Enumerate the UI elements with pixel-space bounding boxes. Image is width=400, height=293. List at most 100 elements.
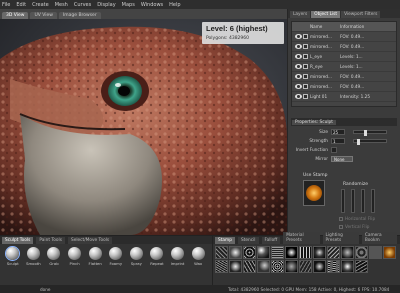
stamp-thumb[interactable]	[257, 246, 270, 259]
tool-wax[interactable]: Wax	[189, 247, 207, 266]
slider-handle[interactable]	[363, 130, 367, 136]
tab-viewport-filters[interactable]: Viewport Filters	[341, 11, 381, 18]
eye-icon[interactable]	[295, 54, 302, 59]
checkbox[interactable]	[303, 44, 308, 49]
list-item[interactable]: mirrored... FOV: 0.49...	[292, 72, 396, 82]
tab-3d-view[interactable]: 3D View	[2, 12, 29, 19]
list-item[interactable]: L_eye Levels: 1...	[292, 52, 396, 62]
menu-curves[interactable]: Curves	[74, 2, 91, 8]
checkbox[interactable]	[303, 54, 308, 59]
stamp-thumb[interactable]	[215, 246, 228, 259]
menu-mesh[interactable]: Mesh	[55, 2, 68, 8]
tool-pinch[interactable]: Pinch	[66, 247, 84, 266]
tab-material-presets[interactable]: Material Presets	[283, 232, 320, 244]
tab-stencil[interactable]: Stencil	[237, 237, 259, 244]
stamp-thumb[interactable]	[285, 246, 298, 259]
tab-stamp[interactable]: Stamp	[215, 237, 235, 244]
menu-edit[interactable]: Edit	[16, 2, 26, 8]
stamp-thumb[interactable]	[313, 246, 326, 259]
list-item[interactable]: mirrored... FOV: 0.49...	[292, 32, 396, 42]
tool-smooth[interactable]: Smooth	[25, 247, 43, 266]
stamp-thumb[interactable]	[383, 246, 396, 259]
stamp-thumb[interactable]	[257, 260, 270, 273]
stamp-thumb[interactable]	[313, 260, 326, 273]
vertical-flip-checkbox[interactable]	[339, 224, 343, 229]
tab-image-browser[interactable]: Image Browser	[58, 12, 101, 19]
stamp-thumb[interactable]	[299, 260, 312, 273]
stamp-thumb[interactable]	[229, 246, 242, 259]
stamp-thumb[interactable]	[369, 246, 382, 259]
rotation-slider[interactable]	[341, 189, 345, 213]
eye-icon[interactable]	[295, 34, 302, 39]
checkbox[interactable]	[303, 84, 308, 89]
stamp-thumb[interactable]	[243, 260, 256, 273]
menu-create[interactable]: Create	[32, 2, 49, 8]
tool-label: Wax	[194, 261, 203, 266]
stamp-thumb[interactable]	[271, 260, 284, 273]
checkbox[interactable]	[303, 64, 308, 69]
menu-help[interactable]: Help	[169, 2, 180, 8]
tab-lighting-presets[interactable]: Lighting Presets	[322, 232, 359, 244]
list-item[interactable]: mirrored... FOV: 0.49...	[292, 82, 396, 92]
eye-icon[interactable]	[295, 44, 302, 49]
stamp-thumb[interactable]	[271, 246, 284, 259]
horizontal-flip-checkbox[interactable]	[339, 216, 343, 221]
tab-uv-view[interactable]: UV View	[30, 12, 57, 19]
menu-file[interactable]: File	[2, 2, 10, 8]
tool-grab[interactable]: Grab	[45, 247, 63, 266]
checkbox[interactable]	[303, 94, 308, 99]
mirror-select[interactable]: None	[331, 156, 353, 162]
eye-icon[interactable]	[295, 94, 302, 99]
tab-falloff[interactable]: Falloff	[261, 237, 281, 244]
stamp-thumb[interactable]	[327, 246, 340, 259]
stamp-preview[interactable]	[303, 180, 325, 206]
list-item[interactable]: Light 01 Intensity: 1.25	[292, 92, 396, 102]
tool-imprint[interactable]: Imprint	[169, 247, 187, 266]
tab-camera-bookmarks[interactable]: Camera Bookm	[361, 232, 397, 244]
eye-icon[interactable]	[295, 64, 302, 69]
randomize-row: Randomize	[335, 182, 368, 187]
scale-slider[interactable]	[351, 189, 355, 213]
tool-sculpt[interactable]: Sculpt	[4, 247, 22, 266]
tab-paint-tools[interactable]: Paint Tools	[36, 237, 65, 244]
list-item[interactable]: mirrored... FOV: 0.49...	[292, 42, 396, 52]
checkbox[interactable]	[303, 74, 308, 79]
tab-sculpt-tools[interactable]: Sculpt Tools	[2, 237, 34, 244]
size-slider[interactable]	[353, 130, 387, 136]
tab-select-move-tools[interactable]: Select/Move Tools	[67, 237, 113, 244]
tab-properties-sculpt[interactable]: Properties: Sculpt	[292, 119, 336, 125]
eye-icon[interactable]	[295, 84, 302, 89]
stamp-thumb[interactable]	[215, 260, 228, 273]
stamp-thumb[interactable]	[341, 246, 354, 259]
menu-windows[interactable]: Windows	[141, 2, 163, 8]
strength-field[interactable]: 1	[331, 138, 345, 144]
tab-layers[interactable]: Layers	[290, 11, 311, 18]
stamp-thumb[interactable]	[341, 260, 354, 273]
tool-repeat[interactable]: Repeat	[148, 247, 166, 266]
tool-spray[interactable]: Spray	[128, 247, 146, 266]
column-information[interactable]: Information	[340, 24, 396, 29]
column-name[interactable]: Name	[310, 24, 340, 29]
list-item[interactable]: R_eye Levels: 1...	[292, 62, 396, 72]
stamp-thumb[interactable]	[285, 260, 298, 273]
offset-slider[interactable]	[361, 189, 365, 213]
menu-maps[interactable]: Maps	[122, 2, 135, 8]
menu-display[interactable]: Display	[97, 2, 115, 8]
stamp-thumb[interactable]	[355, 260, 368, 273]
stamp-thumb[interactable]	[229, 260, 242, 273]
eye-icon[interactable]	[295, 74, 302, 79]
stamp-thumb[interactable]	[355, 246, 368, 259]
slider-handle[interactable]	[357, 139, 361, 145]
flip-slider[interactable]	[371, 189, 375, 213]
stamp-thumb[interactable]	[299, 246, 312, 259]
stamp-thumb[interactable]	[243, 246, 256, 259]
size-field[interactable]: 25	[331, 129, 345, 135]
stamp-thumb[interactable]	[327, 260, 340, 273]
checkbox[interactable]	[303, 34, 308, 39]
3d-viewport[interactable]: Level: 6 (highest) Polygons: 4382960	[0, 19, 287, 235]
tab-object-list[interactable]: Object List	[311, 11, 341, 18]
strength-slider[interactable]	[353, 139, 387, 145]
invert-checkbox[interactable]	[331, 147, 337, 153]
tool-flatten[interactable]: Flatten	[86, 247, 104, 266]
tool-foamy[interactable]: Foamy	[107, 247, 125, 266]
